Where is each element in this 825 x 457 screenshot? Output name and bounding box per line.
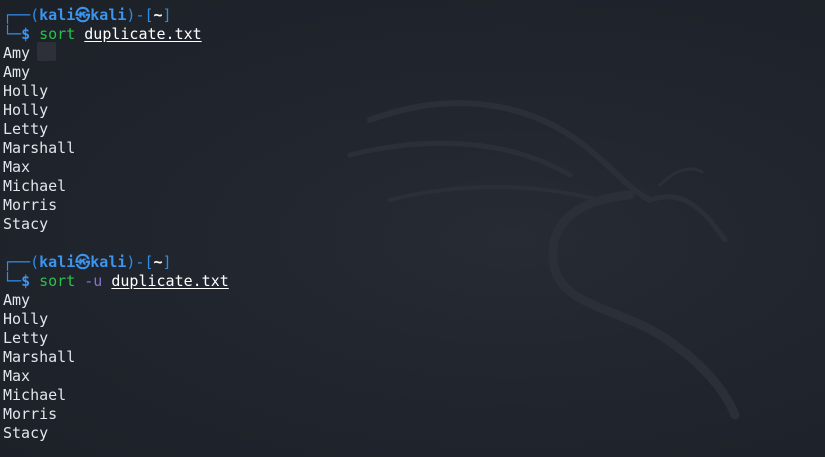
prompt-host: kali <box>90 6 127 24</box>
skull-icon: ㉿ <box>75 6 91 24</box>
output-line: Holly <box>3 82 49 100</box>
output-line: Stacy <box>3 424 49 442</box>
prompt-close-bracket: ] <box>162 6 172 24</box>
output-line: Michael <box>3 386 67 404</box>
prompt-separator: )-[ <box>126 253 154 271</box>
command-name: sort <box>39 25 76 43</box>
prompt-separator: )-[ <box>126 6 154 24</box>
prompt-dollar: $ <box>21 272 31 290</box>
kali-dragon-icon <box>347 100 740 420</box>
prompt-host: kali <box>90 253 127 271</box>
prompt-open-paren: ( <box>30 6 40 24</box>
output-line: Michael <box>3 177 67 195</box>
output-line: Holly <box>3 310 49 328</box>
output-line: Marshall <box>3 348 76 366</box>
prompt-frame-top: ┌── <box>3 253 31 271</box>
prompt-dollar: $ <box>21 25 31 43</box>
terminal-window[interactable]: ┌──(kali㉿kali)-[~] └─$ sort duplicate.tx… <box>0 0 825 457</box>
prompt-open-paren: ( <box>30 253 40 271</box>
output-line: Amy <box>3 63 31 81</box>
prompt-user: kali <box>39 253 76 271</box>
output-line: Stacy <box>3 215 49 233</box>
command-file-arg: duplicate.txt <box>111 272 229 290</box>
output-line: Marshall <box>3 139 76 157</box>
output-line: Max <box>3 158 31 176</box>
prompt-close-bracket: ] <box>162 253 172 271</box>
prompt-dir: ~ <box>153 6 163 24</box>
skull-icon: ㉿ <box>75 253 91 271</box>
command-file-arg: duplicate.txt <box>84 25 202 43</box>
output-line: Max <box>3 367 31 385</box>
command-line: └─$ sort -u duplicate.txt <box>3 272 229 291</box>
prompt-line: ┌──(kali㉿kali)-[~] <box>3 6 229 25</box>
command-line: └─$ sort duplicate.txt <box>3 25 229 44</box>
terminal-output: ┌──(kali㉿kali)-[~] └─$ sort duplicate.tx… <box>3 6 229 443</box>
output-line: Letty <box>3 120 49 138</box>
output-line: Amy <box>3 44 31 62</box>
output-line: Letty <box>3 329 49 347</box>
output-line: Amy <box>3 291 31 309</box>
prompt-line: ┌──(kali㉿kali)-[~] <box>3 253 229 272</box>
command-flag: -u <box>84 272 103 290</box>
output-line: Morris <box>3 196 58 214</box>
prompt-frame-bottom: └─ <box>3 25 22 43</box>
output-line: Morris <box>3 405 58 423</box>
command-name: sort <box>39 272 76 290</box>
output-line: Holly <box>3 101 49 119</box>
prompt-user: kali <box>39 6 76 24</box>
prompt-frame-top: ┌── <box>3 6 31 24</box>
prompt-dir: ~ <box>153 253 163 271</box>
prompt-frame-bottom: └─ <box>3 272 22 290</box>
